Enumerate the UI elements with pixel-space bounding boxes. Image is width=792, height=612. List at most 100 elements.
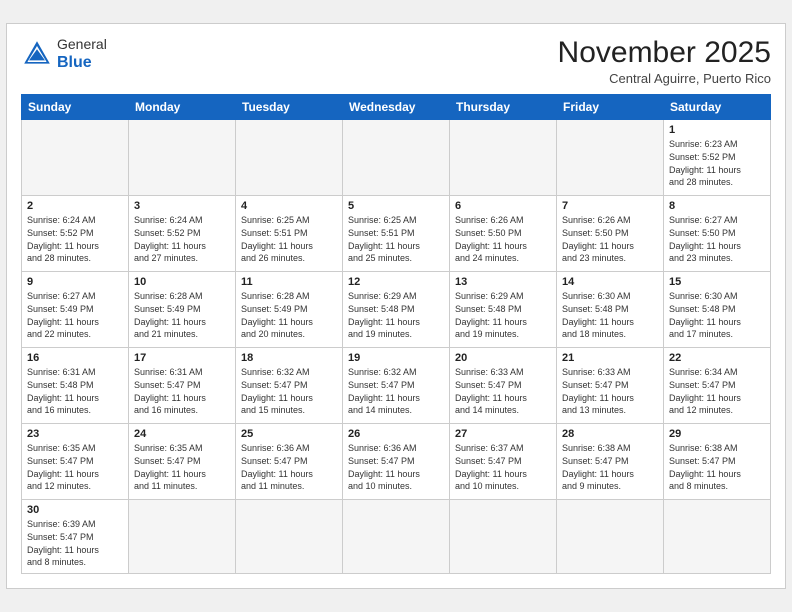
day-info: Sunrise: 6:32 AMSunset: 5:47 PMDaylight:… xyxy=(241,366,337,416)
logo-general-text: General xyxy=(57,36,107,53)
day-number: 12 xyxy=(348,276,444,288)
calendar-cell xyxy=(557,500,664,573)
day-number: 17 xyxy=(134,352,230,364)
calendar-cell xyxy=(450,500,557,573)
day-number: 27 xyxy=(455,428,551,440)
day-number: 3 xyxy=(134,200,230,212)
day-info: Sunrise: 6:38 AMSunset: 5:47 PMDaylight:… xyxy=(669,442,765,492)
calendar-cell: 12 Sunrise: 6:29 AMSunset: 5:48 PMDayligh… xyxy=(343,272,450,348)
day-info: Sunrise: 6:25 AMSunset: 5:51 PMDaylight:… xyxy=(241,214,337,264)
calendar-cell: 15 Sunrise: 6:30 AMSunset: 5:48 PMDayligh… xyxy=(664,272,771,348)
day-info: Sunrise: 6:30 AMSunset: 5:48 PMDaylight:… xyxy=(562,290,658,340)
day-number: 30 xyxy=(27,504,123,516)
day-number: 2 xyxy=(27,200,123,212)
calendar-cell xyxy=(236,500,343,573)
day-info: Sunrise: 6:35 AMSunset: 5:47 PMDaylight:… xyxy=(27,442,123,492)
calendar-cell: 22Sunrise: 6:34 AMSunset: 5:47 PMDayligh… xyxy=(664,348,771,424)
day-info: Sunrise: 6:24 AMSunset: 5:52 PMDaylight:… xyxy=(27,214,123,264)
day-header-tuesday: Tuesday xyxy=(236,95,343,120)
day-number: 20 xyxy=(455,352,551,364)
day-number: 21 xyxy=(562,352,658,364)
day-info: Sunrise: 6:31 AMSunset: 5:48 PMDaylight:… xyxy=(27,366,123,416)
day-number: 18 xyxy=(241,352,337,364)
calendar-cell xyxy=(664,500,771,573)
calendar-cell xyxy=(22,120,129,196)
day-number: 15 xyxy=(669,276,765,288)
calendar-container: General Blue November 2025 Central Aguir… xyxy=(6,23,786,588)
day-info: Sunrise: 6:28 AMSunset: 5:49 PMDaylight:… xyxy=(241,290,337,340)
calendar-cell: 27 Sunrise: 6:37 AMSunset: 5:47 PMDayligh… xyxy=(450,424,557,500)
day-info: Sunrise: 6:30 AMSunset: 5:48 PMDaylight:… xyxy=(669,290,765,340)
day-number: 24 xyxy=(134,428,230,440)
day-info: Sunrise: 6:31 AMSunset: 5:47 PMDaylight:… xyxy=(134,366,230,416)
calendar-cell: 17 Sunrise: 6:31 AMSunset: 5:47 PMDayligh… xyxy=(129,348,236,424)
calendar-cell: 28Sunrise: 6:38 AMSunset: 5:47 PMDayligh… xyxy=(557,424,664,500)
calendar-cell: 25 Sunrise: 6:36 AMSunset: 5:47 PMDayligh… xyxy=(236,424,343,500)
day-info: Sunrise: 6:34 AMSunset: 5:47 PMDaylight:… xyxy=(669,366,765,416)
day-number: 4 xyxy=(241,200,337,212)
day-number: 10 xyxy=(134,276,230,288)
calendar-cell: 16 Sunrise: 6:31 AMSunset: 5:48 PMDayligh… xyxy=(22,348,129,424)
calendar-cell: 29Sunrise: 6:38 AMSunset: 5:47 PMDayligh… xyxy=(664,424,771,500)
title-area: November 2025 Central Aguirre, Puerto Ri… xyxy=(558,36,771,86)
calendar-cell: 13 Sunrise: 6:29 AMSunset: 5:48 PMDayligh… xyxy=(450,272,557,348)
logo: General Blue xyxy=(21,36,107,72)
day-info: Sunrise: 6:28 AMSunset: 5:49 PMDaylight:… xyxy=(134,290,230,340)
calendar-cell: 24 Sunrise: 6:35 AMSunset: 5:47 PMDayligh… xyxy=(129,424,236,500)
day-info: Sunrise: 6:36 AMSunset: 5:47 PMDaylight:… xyxy=(348,442,444,492)
calendar-table: SundayMondayTuesdayWednesdayThursdayFrid… xyxy=(21,94,771,573)
calendar-cell: 30 Sunrise: 6:39 AMSunset: 5:47 PMDayligh… xyxy=(22,500,129,573)
calendar-cell: 21Sunrise: 6:33 AMSunset: 5:47 PMDayligh… xyxy=(557,348,664,424)
calendar-cell xyxy=(557,120,664,196)
header: General Blue November 2025 Central Aguir… xyxy=(21,36,771,86)
calendar-cell: 18 Sunrise: 6:32 AMSunset: 5:47 PMDayligh… xyxy=(236,348,343,424)
day-info: Sunrise: 6:29 AMSunset: 5:48 PMDaylight:… xyxy=(348,290,444,340)
day-info: Sunrise: 6:29 AMSunset: 5:48 PMDaylight:… xyxy=(455,290,551,340)
calendar-cell xyxy=(129,500,236,573)
day-info: Sunrise: 6:23 AMSunset: 5:52 PMDaylight:… xyxy=(669,138,765,188)
day-info: Sunrise: 6:35 AMSunset: 5:47 PMDaylight:… xyxy=(134,442,230,492)
calendar-cell: 8Sunrise: 6:27 AMSunset: 5:50 PMDaylight… xyxy=(664,196,771,272)
day-number: 16 xyxy=(27,352,123,364)
day-number: 6 xyxy=(455,200,551,212)
day-info: Sunrise: 6:39 AMSunset: 5:47 PMDaylight:… xyxy=(27,518,123,568)
day-number: 13 xyxy=(455,276,551,288)
day-number: 14 xyxy=(562,276,658,288)
day-info: Sunrise: 6:38 AMSunset: 5:47 PMDaylight:… xyxy=(562,442,658,492)
calendar-cell xyxy=(343,120,450,196)
calendar-cell xyxy=(129,120,236,196)
logo-icon xyxy=(21,38,53,70)
day-header-row: SundayMondayTuesdayWednesdayThursdayFrid… xyxy=(22,95,771,120)
day-info: Sunrise: 6:27 AMSunset: 5:49 PMDaylight:… xyxy=(27,290,123,340)
day-info: Sunrise: 6:24 AMSunset: 5:52 PMDaylight:… xyxy=(134,214,230,264)
calendar-cell: 14 Sunrise: 6:30 AMSunset: 5:48 PMDayligh… xyxy=(557,272,664,348)
calendar-cell: 11Sunrise: 6:28 AMSunset: 5:49 PMDayligh… xyxy=(236,272,343,348)
day-number: 19 xyxy=(348,352,444,364)
day-info: Sunrise: 6:33 AMSunset: 5:47 PMDaylight:… xyxy=(455,366,551,416)
day-header-wednesday: Wednesday xyxy=(343,95,450,120)
calendar-cell: 2 Sunrise: 6:24 AMSunset: 5:52 PMDaylight… xyxy=(22,196,129,272)
day-number: 7 xyxy=(562,200,658,212)
day-info: Sunrise: 6:26 AMSunset: 5:50 PMDaylight:… xyxy=(455,214,551,264)
calendar-cell: 19 Sunrise: 6:32 AMSunset: 5:47 PMDayligh… xyxy=(343,348,450,424)
day-info: Sunrise: 6:26 AMSunset: 5:50 PMDaylight:… xyxy=(562,214,658,264)
day-info: Sunrise: 6:36 AMSunset: 5:47 PMDaylight:… xyxy=(241,442,337,492)
calendar-cell: 9Sunrise: 6:27 AMSunset: 5:49 PMDaylight… xyxy=(22,272,129,348)
calendar-cell: 10 Sunrise: 6:28 AMSunset: 5:49 PMDayligh… xyxy=(129,272,236,348)
calendar-cell xyxy=(450,120,557,196)
day-header-sunday: Sunday xyxy=(22,95,129,120)
day-number: 23 xyxy=(27,428,123,440)
day-number: 25 xyxy=(241,428,337,440)
day-info: Sunrise: 6:32 AMSunset: 5:47 PMDaylight:… xyxy=(348,366,444,416)
month-title: November 2025 xyxy=(558,36,771,69)
calendar-cell: 1Sunrise: 6:23 AMSunset: 5:52 PMDaylight… xyxy=(664,120,771,196)
day-info: Sunrise: 6:27 AMSunset: 5:50 PMDaylight:… xyxy=(669,214,765,264)
calendar-cell: 20 Sunrise: 6:33 AMSunset: 5:47 PMDayligh… xyxy=(450,348,557,424)
day-number: 5 xyxy=(348,200,444,212)
calendar-cell xyxy=(343,500,450,573)
day-header-monday: Monday xyxy=(129,95,236,120)
day-header-friday: Friday xyxy=(557,95,664,120)
day-info: Sunrise: 6:37 AMSunset: 5:47 PMDaylight:… xyxy=(455,442,551,492)
day-header-saturday: Saturday xyxy=(664,95,771,120)
logo-blue-text: Blue xyxy=(57,53,107,72)
